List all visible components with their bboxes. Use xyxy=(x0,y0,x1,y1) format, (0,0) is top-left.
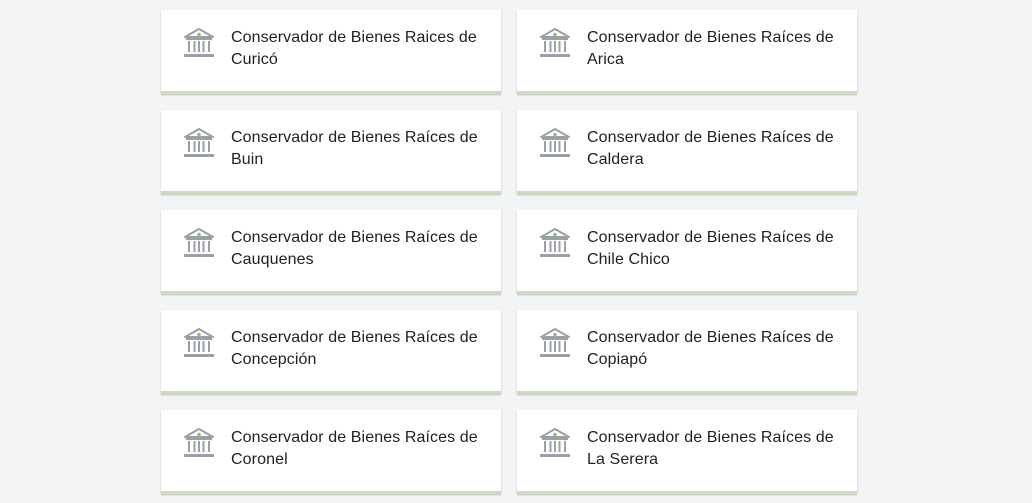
conservador-card[interactable]: Conservador de Bienes Raíces de Coronel xyxy=(161,410,501,494)
card-label-line2: Curicó xyxy=(231,51,278,68)
card-label-line1: Conservador de Bienes Raíces de xyxy=(587,429,834,446)
conservador-card[interactable]: Conservador de Bienes Raíces de Concepci… xyxy=(161,310,501,394)
card-label: Conservador de Bienes Raíces de Coronel xyxy=(231,427,487,471)
card-label-line1: Conservador de Bienes Raíces de xyxy=(587,329,834,346)
card-label-line2: Concepción xyxy=(231,351,317,368)
card-label: Conservador de Bienes Raíces de Caldera xyxy=(587,127,843,171)
card-label: Conservador de Bienes Raíces de Chile Ch… xyxy=(587,227,843,271)
card-label-line2: Arica xyxy=(587,51,624,68)
conservador-card[interactable]: Conservador de Bienes Raíces de Caldera xyxy=(517,110,857,194)
card-label-line2: Cauquenes xyxy=(231,251,314,268)
conservador-card[interactable]: Conservador de Bienes Raíces de Cauquene… xyxy=(161,210,501,294)
building-icon xyxy=(540,428,570,457)
conservador-grid: Conservador de Bienes Raices de Curicó C… xyxy=(161,10,857,494)
building-icon xyxy=(184,128,214,157)
conservador-card[interactable]: Conservador de Bienes Raíces de Buin xyxy=(161,110,501,194)
building-icon xyxy=(540,28,570,57)
card-label-line1: Conservador de Bienes Raíces de xyxy=(231,329,478,346)
card-label: Conservador de Bienes Raíces de Concepci… xyxy=(231,327,487,371)
card-label: Conservador de Bienes Raíces de Buin xyxy=(231,127,487,171)
building-icon xyxy=(184,228,214,257)
card-label-line2: La Serera xyxy=(587,451,659,468)
card-label-line1: Conservador de Bienes Raíces de xyxy=(231,129,478,146)
card-label-line1: Conservador de Bienes Raíces de xyxy=(231,229,478,246)
conservador-card[interactable]: Conservador de Bienes Raices de Curicó xyxy=(161,10,501,94)
card-label-line2: Coronel xyxy=(231,451,288,468)
conservador-card[interactable]: Conservador de Bienes Raíces de Chile Ch… xyxy=(517,210,857,294)
conservador-card[interactable]: Conservador de Bienes Raíces de La Serer… xyxy=(517,410,857,494)
card-label-line1: Conservador de Bienes Raices de xyxy=(231,29,477,46)
building-icon xyxy=(540,128,570,157)
card-label-line2: Copiapó xyxy=(587,351,648,368)
conservador-card[interactable]: Conservador de Bienes Raíces de Copiapó xyxy=(517,310,857,394)
card-label-line2: Caldera xyxy=(587,151,644,168)
building-icon xyxy=(184,428,214,457)
building-icon xyxy=(540,328,570,357)
card-label-line2: Buin xyxy=(231,151,264,168)
building-icon xyxy=(184,328,214,357)
card-label-line2: Chile Chico xyxy=(587,251,670,268)
card-label: Conservador de Bienes Raíces de Arica xyxy=(587,27,843,71)
card-label-line1: Conservador de Bienes Raíces de xyxy=(231,429,478,446)
building-icon xyxy=(184,28,214,57)
card-label: Conservador de Bienes Raíces de Cauquene… xyxy=(231,227,487,271)
card-label-line1: Conservador de Bienes Raíces de xyxy=(587,29,834,46)
card-label: Conservador de Bienes Raíces de Copiapó xyxy=(587,327,843,371)
card-label: Conservador de Bienes Raíces de La Serer… xyxy=(587,427,843,471)
building-icon xyxy=(540,228,570,257)
conservador-card[interactable]: Conservador de Bienes Raíces de Arica xyxy=(517,10,857,94)
card-label: Conservador de Bienes Raices de Curicó xyxy=(231,27,487,71)
card-label-line1: Conservador de Bienes Raíces de xyxy=(587,229,834,246)
card-label-line1: Conservador de Bienes Raíces de xyxy=(587,129,834,146)
